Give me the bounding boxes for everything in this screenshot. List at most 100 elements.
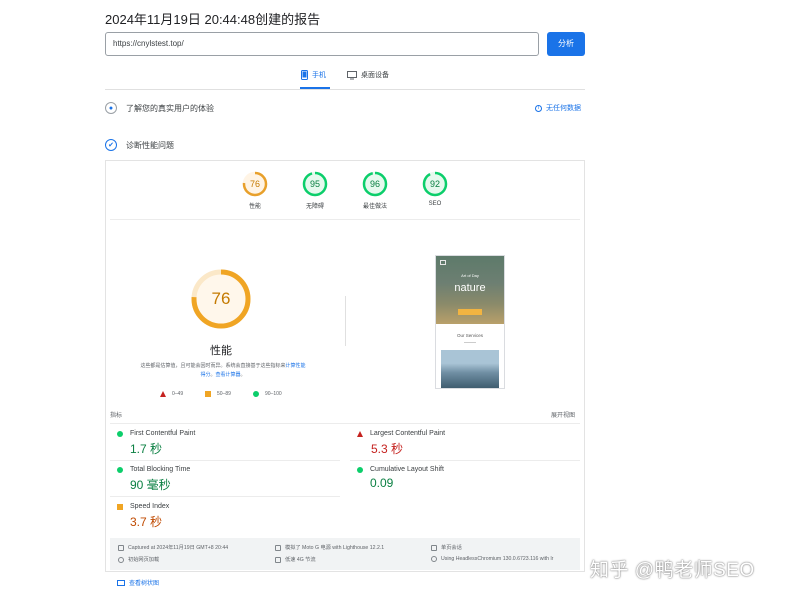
analyze-button[interactable]: 分析 (547, 32, 585, 56)
menu-icon (440, 260, 446, 265)
people-icon: ● (105, 102, 117, 114)
category-score: 95 (309, 179, 320, 189)
diagnose-section[interactable]: ✔ 诊断性能问题 (105, 139, 174, 151)
metric-fcp-value: 1.7 秒 (130, 442, 163, 456)
category-score: 92 (429, 179, 440, 189)
metric-cls: Cumulative Layout Shift 0.09 (357, 466, 444, 490)
view-treemap-button[interactable]: 查看树状图 (117, 578, 159, 587)
good-status-icon (357, 466, 363, 473)
metric-si-name: Speed Index (130, 503, 170, 510)
metric-row-divider (110, 496, 340, 497)
treemap-label: 查看树状图 (129, 581, 160, 587)
metric-fcp: First Contentful Paint 1.7 秒 (117, 430, 195, 457)
emulated-text: 模拟了 Moto G 电源 with Lighthouse 12.2.1 (285, 545, 385, 551)
calc-link-2[interactable]: 得分 (200, 372, 210, 378)
metric-tbt: Total Blocking Time 90 毫秒 (117, 466, 190, 493)
legend-poor-label: 0–49 (172, 391, 184, 397)
legend-average-label: 50–89 (217, 391, 231, 397)
initial-load-info: 初始网页加载 (118, 556, 159, 563)
category-label: 最佳做法 (362, 204, 387, 210)
throttling-info: 低速 4G 节流 (275, 556, 316, 563)
tab-desktop-label: 桌面设备 (361, 72, 389, 79)
watermark: 知乎 @鸭老师SEO (590, 560, 755, 581)
desktop-icon (347, 70, 357, 79)
page-screenshot: Art of Day nature Our Services (435, 255, 505, 389)
tab-desktop[interactable]: 桌面设备 (347, 70, 389, 80)
field-data-label: 了解您的真实用户的体验 (126, 103, 214, 113)
desc-text-3: 。 (240, 372, 246, 378)
diagnose-icon: ✔ (105, 139, 117, 151)
metric-cls-name: Cumulative Layout Shift (370, 466, 444, 473)
category-label: 无障碍 (305, 204, 324, 210)
metric-tbt-value: 90 毫秒 (130, 478, 171, 492)
metric-si: Speed Index 3.7 秒 (117, 503, 169, 530)
browser-icon (431, 556, 437, 562)
poor-status-icon (357, 430, 363, 437)
legend-good-label: 90–100 (265, 391, 282, 397)
screenshot-heading-big: nature (454, 282, 486, 294)
captured-text: Captured at 2024年11月19日 GMT+8 20:44 (128, 545, 229, 551)
metrics-header: 指标 (110, 413, 123, 419)
vertical-divider (345, 296, 346, 346)
tab-mobile-label: 手机 (312, 72, 326, 79)
category-gauges: 76 性能 95 无障碍 96 最佳做法 92 SEO (105, 171, 585, 215)
no-data-link[interactable]: i 无任何数据 (535, 103, 581, 113)
info-icon: i (535, 104, 542, 112)
calc-link[interactable]: 计算性能 (286, 363, 306, 369)
legend-poor: 0–49 (160, 391, 183, 397)
legend-average: 50–89 (205, 391, 231, 397)
metric-lcp: Largest Contentful Paint 5.3 秒 (357, 430, 445, 457)
performance-title: 性能 (210, 345, 232, 357)
category-gauge[interactable]: 76 性能 (240, 171, 270, 210)
square-icon (205, 391, 211, 397)
desc-text-1: 这些都是估算值，且可能会因时而异。系统会直接基于这些指标来 (140, 363, 286, 369)
good-status-icon (117, 466, 123, 473)
screenshot-services: Our Services (456, 333, 483, 338)
browser-info: Using HeadlessChromium 130.0.6723.116 wi… (431, 556, 579, 562)
expand-view-link[interactable]: 展开视图 (551, 410, 575, 419)
device-icon (275, 544, 281, 551)
tab-mobile[interactable]: 手机 (301, 70, 326, 80)
circle-icon (253, 391, 259, 397)
calendar-icon (118, 544, 124, 551)
good-status-icon (117, 430, 123, 437)
field-data-section[interactable]: ● 了解您的真实用户的体验 (105, 102, 214, 114)
performance-description: 这些都是估算值，且可能会因时而异。系统会直接基于这些指标来计算性能 得分 。查看计… (118, 362, 328, 380)
metric-lcp-value: 5.3 秒 (371, 442, 404, 456)
tab-divider (105, 89, 585, 90)
treemap-icon (117, 579, 125, 586)
active-tab-indicator (300, 87, 330, 89)
metric-row-divider (350, 460, 580, 461)
performance-gauge-large: 76 (190, 268, 252, 330)
category-gauge[interactable]: 96 最佳做法 (360, 171, 390, 210)
timer-icon (118, 556, 124, 563)
metric-row-divider (110, 460, 340, 461)
emulated-device-info: 模拟了 Moto G 电源 with Lighthouse 12.2.1 (275, 544, 384, 551)
metric-si-value: 3.7 秒 (130, 515, 163, 529)
average-status-icon (117, 503, 123, 510)
gauges-divider (110, 219, 580, 220)
environment-info: Captured at 2024年11月19日 GMT+8 20:44 初始网页… (110, 538, 580, 570)
calculator-link[interactable]: 查看计算器 (216, 372, 241, 378)
category-score: 76 (249, 179, 260, 189)
metric-cls-value: 0.09 (370, 476, 394, 490)
legend-good: 90–100 (253, 391, 282, 397)
url-input[interactable]: https://cnylstest.top/ (105, 32, 539, 56)
user-icon (431, 544, 437, 551)
metrics-divider (110, 423, 580, 424)
captured-info: Captured at 2024年11月19日 GMT+8 20:44 (118, 544, 228, 551)
metric-lcp-name: Largest Contentful Paint (370, 430, 446, 437)
category-gauge[interactable]: 92 SEO (420, 171, 450, 207)
session-info: 单页会话 (431, 544, 462, 551)
category-score: 96 (369, 179, 380, 189)
throttling-text: 低速 4G 节流 (285, 557, 316, 563)
network-icon (275, 556, 281, 563)
screenshot-mountain-image (441, 350, 499, 388)
triangle-icon (160, 391, 166, 397)
category-label: SEO (428, 201, 442, 207)
screenshot-hero: Art of Day nature (436, 256, 504, 324)
category-gauge[interactable]: 95 无障碍 (300, 171, 330, 210)
phone-icon (301, 70, 308, 80)
report-title: 2024年11月19日 20:44:48创建的报告 (105, 12, 321, 27)
metric-tbt-name: Total Blocking Time (130, 466, 191, 473)
